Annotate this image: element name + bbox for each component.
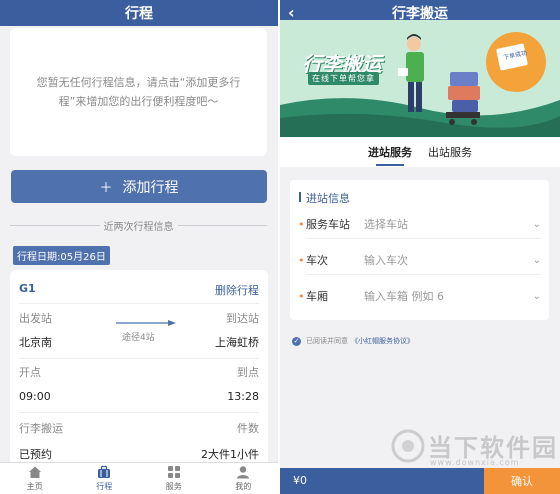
plus-icon: ＋	[99, 181, 113, 196]
trips-screen: 行程 您暂无任何行程信息，请点击“添加更多行程”来增加您的出行便利程度吧～ ＋ …	[0, 0, 278, 494]
carriage-input[interactable]: • 车厢 输入车箱 例如 6 ⌄	[298, 281, 541, 311]
grid-icon	[167, 466, 180, 478]
arrive-time: 13:28	[227, 390, 259, 403]
tab-outbound[interactable]: 出站服务	[428, 144, 472, 160]
luggage-service-screen: ‹ 行李搬运 行李搬运 在线下单帮您拿 下单成功 进站服务 出站服务 进站信息 …	[280, 0, 560, 494]
watermark-url: www.downxia.com	[430, 458, 520, 467]
tab-trips[interactable]: 行程	[70, 463, 140, 494]
recent-trips-label: 近两次行程信息	[103, 222, 174, 233]
add-trip-button[interactable]: ＋ 添加行程	[11, 170, 267, 203]
agree-checkbox[interactable]: ✓	[292, 336, 301, 346]
bottom-tab-bar: 主页 行程 服务 我的	[0, 462, 278, 494]
agree-text: 已阅读并同意	[306, 337, 348, 345]
pieces-label: 件数	[237, 422, 259, 435]
chevron-down-icon: ⌄	[532, 290, 541, 302]
trip-card[interactable]: G1 删除行程 出发站 到达站 途径4站 北京南 上海虹桥 开点 到点 09:0…	[10, 270, 268, 470]
station-placeholder: 选择车站	[364, 218, 408, 231]
station-label: 服务车站	[306, 218, 350, 231]
carriage-placeholder: 输入车箱 例如 6	[364, 290, 444, 303]
station-select[interactable]: • 服务车站 选择车站 ⌄	[298, 209, 541, 239]
tab-home[interactable]: 主页	[0, 463, 70, 494]
page-title: 行程	[125, 6, 153, 22]
agreement-row: ✓ 已阅读并同意 《小红帽服务协议》	[292, 336, 414, 346]
checkout-bar: ¥0 确认	[280, 468, 560, 494]
arrow-right-icon	[116, 320, 176, 326]
delete-trip-button[interactable]: 删除行程	[19, 282, 259, 298]
home-icon	[28, 466, 41, 478]
tab-profile[interactable]: 我的	[209, 463, 279, 494]
chevron-down-icon: ⌄	[532, 254, 541, 266]
train-number-placeholder: 输入车次	[364, 254, 408, 267]
chevron-down-icon: ⌄	[532, 218, 541, 230]
trips-header: 行程	[0, 0, 278, 26]
carriage-label: 车厢	[306, 290, 328, 303]
suitcase-icon	[98, 465, 111, 478]
service-agreement-link[interactable]: 《小红帽服务协议》	[351, 336, 414, 346]
promo-banner[interactable]: 行李搬运 在线下单帮您拿 下单成功	[280, 20, 560, 137]
pieces-count: 2大件1小件	[201, 448, 259, 461]
add-trip-label: 添加行程	[122, 179, 179, 196]
arrive-label: 到点	[237, 366, 259, 379]
empty-trips-card: 您暂无任何行程信息，请点击“添加更多行程”来增加您的出行便利程度吧～	[10, 28, 267, 156]
total-price: ¥0	[293, 474, 307, 487]
form-title: 进站信息	[299, 192, 350, 205]
tab-services[interactable]: 服务	[139, 463, 209, 494]
tab-inbound[interactable]: 进站服务	[368, 144, 412, 166]
to-station: 上海虹桥	[215, 336, 259, 349]
inbound-form: 进站信息 • 服务车站 选择车站 ⌄ • 车次 输入车次 ⌄ • 车厢 输入车箱…	[290, 180, 549, 320]
empty-message: 您暂无任何行程信息，请点击“添加更多行程”来增加您的出行便利程度吧～	[36, 76, 241, 108]
recent-trips-divider: 近两次行程信息	[10, 218, 267, 233]
banner-subtitle: 在线下单帮您拿	[308, 72, 379, 85]
train-number-input[interactable]: • 车次 输入车次 ⌄	[298, 245, 541, 275]
service-tabs: 进站服务 出站服务	[280, 137, 560, 167]
trip-date-badge: 行程日期:05月26日	[13, 246, 110, 265]
user-icon	[237, 466, 250, 479]
confirm-button[interactable]: 确认	[484, 468, 560, 494]
train-number-label: 车次	[306, 254, 328, 267]
